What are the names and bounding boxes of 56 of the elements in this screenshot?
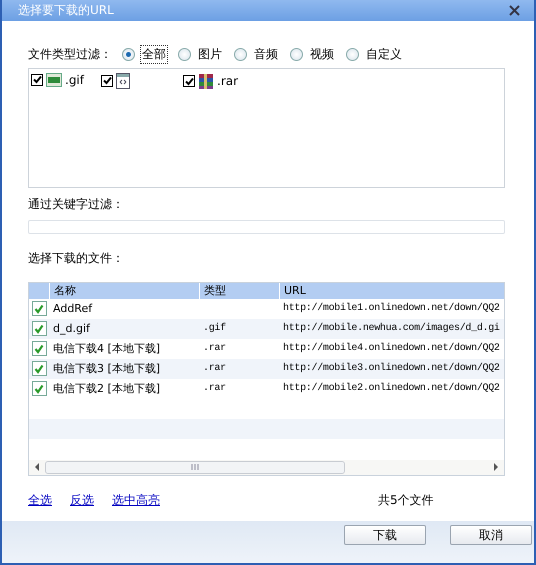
row-checkbox[interactable] — [32, 321, 46, 336]
radio-button[interactable] — [122, 48, 135, 62]
web-page-icon — [116, 72, 130, 89]
file-name: AddRef — [52, 302, 94, 316]
checkbox[interactable] — [31, 74, 43, 86]
file-type: .rar — [203, 363, 226, 374]
window-title: 选择要下载的URL — [18, 2, 114, 19]
column-header[interactable]: URL — [279, 282, 504, 299]
row-checkbox[interactable] — [32, 381, 46, 396]
dialog-button[interactable]: 取消 — [450, 524, 532, 545]
file-url: http://mobile2.onlinedown.net/down/QQ2 — [282, 383, 501, 394]
row-checkbox[interactable] — [32, 301, 46, 316]
file-name: 电信下载2 [本地下载] — [52, 381, 162, 396]
radio-button[interactable] — [290, 48, 303, 62]
file-name: 电信下载4 [本地下载] — [52, 341, 162, 356]
horizontal-scrollbar[interactable] — [29, 460, 504, 475]
image-file-icon — [46, 72, 62, 87]
radio-button[interactable] — [178, 48, 191, 62]
checkbox[interactable] — [183, 75, 195, 88]
link[interactable]: 全选 — [28, 492, 52, 509]
filter-label: 文件类型过滤： — [28, 46, 112, 64]
file-url: http://mobile4.onlinedown.net/down/QQ2 — [282, 343, 501, 354]
scroll-left-icon[interactable] — [34, 463, 40, 472]
file-url: http://mobile.newhua.com/images/d_d.gi — [282, 323, 501, 334]
scroll-thumb[interactable] — [45, 460, 345, 474]
row-checkbox[interactable] — [32, 361, 46, 376]
file-type: .gif — [203, 323, 226, 334]
radio-label[interactable]: 音频 — [252, 45, 280, 64]
radio-button[interactable] — [234, 48, 247, 62]
radio-label[interactable]: 图片 — [196, 45, 224, 64]
column-header[interactable]: 名称 — [49, 282, 199, 299]
radio-label[interactable]: 自定义 — [364, 45, 404, 64]
file-url: http://mobile3.onlinedown.net/down/QQ2 — [282, 363, 501, 374]
link[interactable]: 反选 — [70, 492, 94, 509]
keyword-label: 通过关键字过滤： — [28, 196, 125, 213]
row-checkbox[interactable] — [32, 341, 46, 356]
keyword-field[interactable] — [28, 220, 505, 234]
dialog-button[interactable]: 下载 — [344, 524, 426, 545]
file-url: http://mobile1.onlinedown.net/down/QQ2 — [282, 303, 501, 314]
archive-icon — [198, 72, 214, 90]
radio-label[interactable]: 全部 — [140, 45, 168, 64]
file-name: d_d.gif — [52, 322, 92, 336]
file-name: 电信下载3 [本地下载] — [52, 361, 162, 376]
checkbox[interactable] — [101, 74, 113, 87]
scroll-right-icon[interactable] — [493, 463, 499, 472]
file-type: .rar — [203, 343, 226, 354]
file-type-label: .gif — [65, 72, 84, 87]
file-type-label: .rar — [217, 74, 238, 88]
close-icon[interactable] — [509, 4, 520, 16]
file-type: .rar — [203, 383, 226, 394]
column-header[interactable]: 类型 — [199, 282, 279, 299]
radio-label[interactable]: 视频 — [308, 45, 336, 64]
link[interactable]: 选中高亮 — [112, 492, 160, 509]
radio-button[interactable] — [346, 48, 359, 62]
file-count: 共5个文件 — [378, 492, 434, 509]
files-label: 选择下载的文件： — [28, 250, 125, 267]
